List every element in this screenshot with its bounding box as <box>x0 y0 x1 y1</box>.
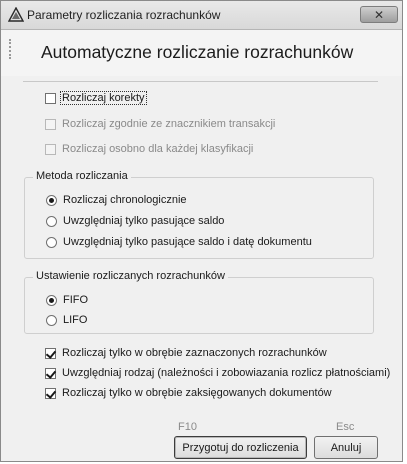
saldo-i-data-label: Uwzględniaj tylko pasujące saldo i datę … <box>63 236 312 248</box>
cancel-button-label: Anuluj <box>330 441 362 454</box>
cancel-button[interactable]: Anuluj <box>314 436 378 459</box>
grip-handle <box>9 39 13 59</box>
dialog-window: Parametry rozliczania rozrachunków ✕ Aut… <box>0 0 403 462</box>
zaznaczone-label: Rozliczaj tylko w obrębie zaznaczonych r… <box>62 347 327 359</box>
rodzaj-label: Uwzględniaj rodzaj (należności i zobowia… <box>62 367 391 379</box>
lifo-radio[interactable] <box>46 314 57 326</box>
metoda-legend: Metoda rozliczania <box>33 170 131 182</box>
klasyfikacja-label: Rozliczaj osobno dla każdej klasyfikacji <box>62 143 254 155</box>
radio-saldo-i-data[interactable]: Uwzględniaj tylko pasujące saldo i datę … <box>46 234 312 250</box>
zaksiegowane-label: Rozliczaj tylko w obrębie zaksięgowanych… <box>62 387 332 399</box>
header: Automatyczne rozliczanie rozrachunków <box>1 30 402 76</box>
cancel-shortcut: Esc <box>336 421 355 433</box>
header-divider <box>23 81 378 82</box>
zaznaczone-checkbox[interactable] <box>45 347 56 359</box>
chronologicznie-label: Rozliczaj chronologicznie <box>63 194 187 206</box>
korekty-label: Rozliczaj korekty <box>60 91 147 105</box>
close-icon: ✕ <box>373 8 385 22</box>
option-znacznik-transakcji[interactable]: Rozliczaj zgodnie ze znacznikiem transak… <box>45 116 275 132</box>
radio-fifo[interactable]: FIFO <box>46 292 88 308</box>
znacznik-checkbox[interactable] <box>45 118 56 130</box>
klasyfikacja-checkbox[interactable] <box>45 143 56 155</box>
radio-pasujace-saldo[interactable]: Uwzględniaj tylko pasujące saldo <box>46 213 224 229</box>
window-title: Parametry rozliczania rozrachunków <box>27 8 221 22</box>
lifo-label: LIFO <box>63 314 88 326</box>
option-uwzgledniaj-rodzaj[interactable]: Uwzględniaj rodzaj (należności i zobowia… <box>45 365 390 381</box>
prepare-shortcut: F10 <box>178 421 197 433</box>
fifo-radio[interactable] <box>46 294 57 306</box>
ustawienie-legend: Ustawienie rozliczanych rozrachunków <box>33 270 228 282</box>
prepare-button[interactable]: Przygotuj do rozliczenia <box>174 436 307 459</box>
page-title: Automatyczne rozliczanie rozrachunków <box>41 42 354 62</box>
fifo-label: FIFO <box>63 294 89 306</box>
pasujace-saldo-label: Uwzględniaj tylko pasujące saldo <box>63 215 225 227</box>
option-kazda-klasyfikacja[interactable]: Rozliczaj osobno dla każdej klasyfikacji <box>45 141 253 157</box>
rodzaj-checkbox[interactable] <box>45 367 56 379</box>
option-zaznaczone-rozrachunki[interactable]: Rozliczaj tylko w obrębie zaznaczonych r… <box>45 345 327 361</box>
title-bar[interactable]: Parametry rozliczania rozrachunków ✕ <box>1 1 402 30</box>
pasujace-saldo-radio[interactable] <box>46 215 57 227</box>
prepare-button-label: Przygotuj do rozliczenia <box>182 441 299 454</box>
option-zaksiegowane-dokumenty[interactable]: Rozliczaj tylko w obrębie zaksięgowanych… <box>45 385 332 401</box>
zaksiegowane-checkbox[interactable] <box>45 387 56 399</box>
korekty-checkbox[interactable] <box>45 92 56 104</box>
znacznik-label: Rozliczaj zgodnie ze znacznikiem transak… <box>62 118 276 130</box>
option-rozliczaj-korekty[interactable]: Rozliczaj korekty <box>45 90 147 106</box>
saldo-i-data-radio[interactable] <box>46 236 57 248</box>
radio-lifo[interactable]: LIFO <box>46 312 87 328</box>
chronologicznie-radio[interactable] <box>46 194 57 206</box>
close-button[interactable]: ✕ <box>360 6 398 23</box>
triangle-icon <box>7 6 25 23</box>
radio-chronologicznie[interactable]: Rozliczaj chronologicznie <box>46 192 187 208</box>
